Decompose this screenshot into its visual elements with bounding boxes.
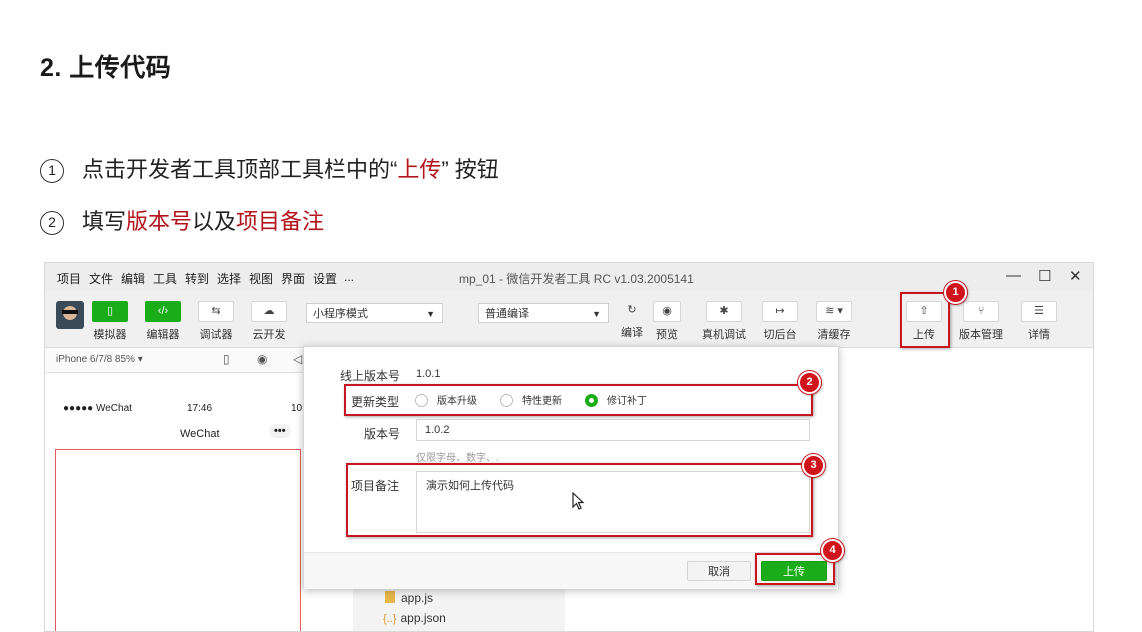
avatar[interactable] <box>56 301 84 329</box>
maximize-button[interactable]: ☐ <box>1038 267 1051 285</box>
bug-icon: ✱ <box>706 301 742 322</box>
cloud-icon: ☁ <box>251 301 287 322</box>
version-input[interactable] <box>416 419 810 441</box>
phone-icon: ▯ <box>92 301 128 322</box>
js-file-icon <box>385 591 395 603</box>
eye-icon: ◉ <box>653 301 681 322</box>
annotation-badge: 4 <box>821 539 844 562</box>
online-version-label: 线上版本号 <box>340 369 401 383</box>
record-icon[interactable]: ◉ <box>257 352 267 366</box>
preview-button[interactable]: ◉ 预览 <box>650 301 684 342</box>
version-hint: 仅限字母、数字、. <box>416 453 499 464</box>
annotation-badge: 1 <box>944 281 967 304</box>
layers-icon: ≋ ▾ <box>816 301 852 322</box>
menu-icon: ☰ <box>1021 301 1057 322</box>
menu-project[interactable]: 项目 <box>57 270 81 287</box>
highlight-upload <box>900 292 950 348</box>
menu-interface[interactable]: 界面 <box>281 270 305 287</box>
branch-icon: ⑂ <box>963 301 999 322</box>
debugger-button[interactable]: ⇆ 调试器 <box>198 301 234 342</box>
editor-button[interactable]: ‹/› 编辑器 <box>145 301 181 342</box>
background-button[interactable]: ↦ 切后台 <box>762 301 798 342</box>
cloud-button[interactable]: ☁ 云开发 <box>251 301 287 342</box>
step-text: 以及 <box>192 209 237 234</box>
step-text: ” 按钮 <box>441 157 499 182</box>
step-1: 1 点击开发者工具顶部工具栏中的“上传” 按钮 <box>40 152 499 184</box>
sound-icon[interactable]: ◁ <box>293 352 302 366</box>
close-button[interactable]: ✕ <box>1069 267 1082 285</box>
simulator-screen: ●●●●● WeChat 17:46 10 WeChat ••• <box>45 373 303 631</box>
step-highlight: 上传 <box>397 157 442 182</box>
menu-select[interactable]: 选择 <box>217 270 241 287</box>
menu-bar: 项目 文件 编辑 工具 转到 选择 视图 界面 设置 ... mp_01 - 微… <box>45 263 1093 291</box>
devtools-window: 项目 文件 编辑 工具 转到 选择 视图 界面 设置 ... mp_01 - 微… <box>44 262 1094 632</box>
menu-more[interactable]: ... <box>344 270 354 284</box>
json-file-icon: {..} <box>383 613 397 625</box>
refresh-icon: ↻ <box>627 304 637 316</box>
step-highlight: 项目备注 <box>236 209 325 234</box>
step-highlight: 版本号 <box>126 209 193 234</box>
compile-button[interactable]: ↻ 编译 <box>615 301 649 340</box>
step-number: 2 <box>40 211 64 235</box>
step-text: 点击开发者工具顶部工具栏中的“ <box>82 157 398 182</box>
capsule-menu[interactable]: ••• <box>269 424 291 438</box>
arrows-icon: ⇆ <box>198 301 234 322</box>
clear-cache-button[interactable]: ≋ ▾ 清缓存 <box>815 301 853 342</box>
details-button[interactable]: ☰ 详情 <box>1021 301 1057 342</box>
menu-settings[interactable]: 设置 <box>313 270 337 287</box>
version-label: 版本号 <box>364 427 401 441</box>
file-item[interactable]: {..} app.json <box>383 611 446 625</box>
menu-tools[interactable]: 工具 <box>153 270 177 287</box>
remote-debug-button[interactable]: ✱ 真机调试 <box>701 301 747 342</box>
battery: 10 <box>291 403 303 414</box>
code-icon: ‹/› <box>145 301 181 322</box>
menu-file[interactable]: 文件 <box>89 270 113 287</box>
page-frame <box>55 449 301 631</box>
simulator-button[interactable]: ▯ 模拟器 <box>92 301 128 342</box>
simulator-toolbar: iPhone 6/7/8 85% ▾ ▯ ◉ ◁ <box>45 348 303 373</box>
carrier-status: ●●●●● WeChat <box>63 403 132 414</box>
mode-select[interactable]: 小程序模式 ▼ <box>306 303 443 323</box>
menu-view[interactable]: 视图 <box>249 270 273 287</box>
chevron-down-icon: ▼ <box>592 309 601 319</box>
menu-edit[interactable]: 编辑 <box>121 270 145 287</box>
highlight-remark <box>346 463 813 537</box>
version-management-button[interactable]: ⑂ 版本管理 <box>958 301 1004 342</box>
minimize-button[interactable]: — <box>1006 267 1021 284</box>
device-select[interactable]: iPhone 6/7/8 85% ▾ <box>56 354 143 365</box>
clock: 17:46 <box>187 403 213 414</box>
section-heading: 2. 上传代码 <box>40 54 172 82</box>
annotation-badge: 2 <box>798 371 821 394</box>
step-number: 1 <box>40 159 64 183</box>
annotation-badge: 3 <box>802 454 825 477</box>
phone-icon[interactable]: ▯ <box>223 352 230 366</box>
window-title: mp_01 - 微信开发者工具 RC v1.03.2005141 <box>459 272 694 286</box>
chevron-down-icon: ▼ <box>426 309 435 319</box>
step-2: 2 填写版本号以及项目备注 <box>40 204 324 236</box>
menu-goto[interactable]: 转到 <box>185 270 209 287</box>
step-text: 填写 <box>82 209 127 234</box>
compile-mode-select[interactable]: 普通编译 ▼ <box>478 303 609 323</box>
cancel-button[interactable]: 取消 <box>687 561 751 581</box>
nav-title: WeChat <box>180 428 220 440</box>
switch-icon: ↦ <box>762 301 798 322</box>
file-item[interactable]: app.js <box>385 591 433 605</box>
highlight-update-type <box>344 384 813 416</box>
online-version-value: 1.0.1 <box>416 368 441 380</box>
